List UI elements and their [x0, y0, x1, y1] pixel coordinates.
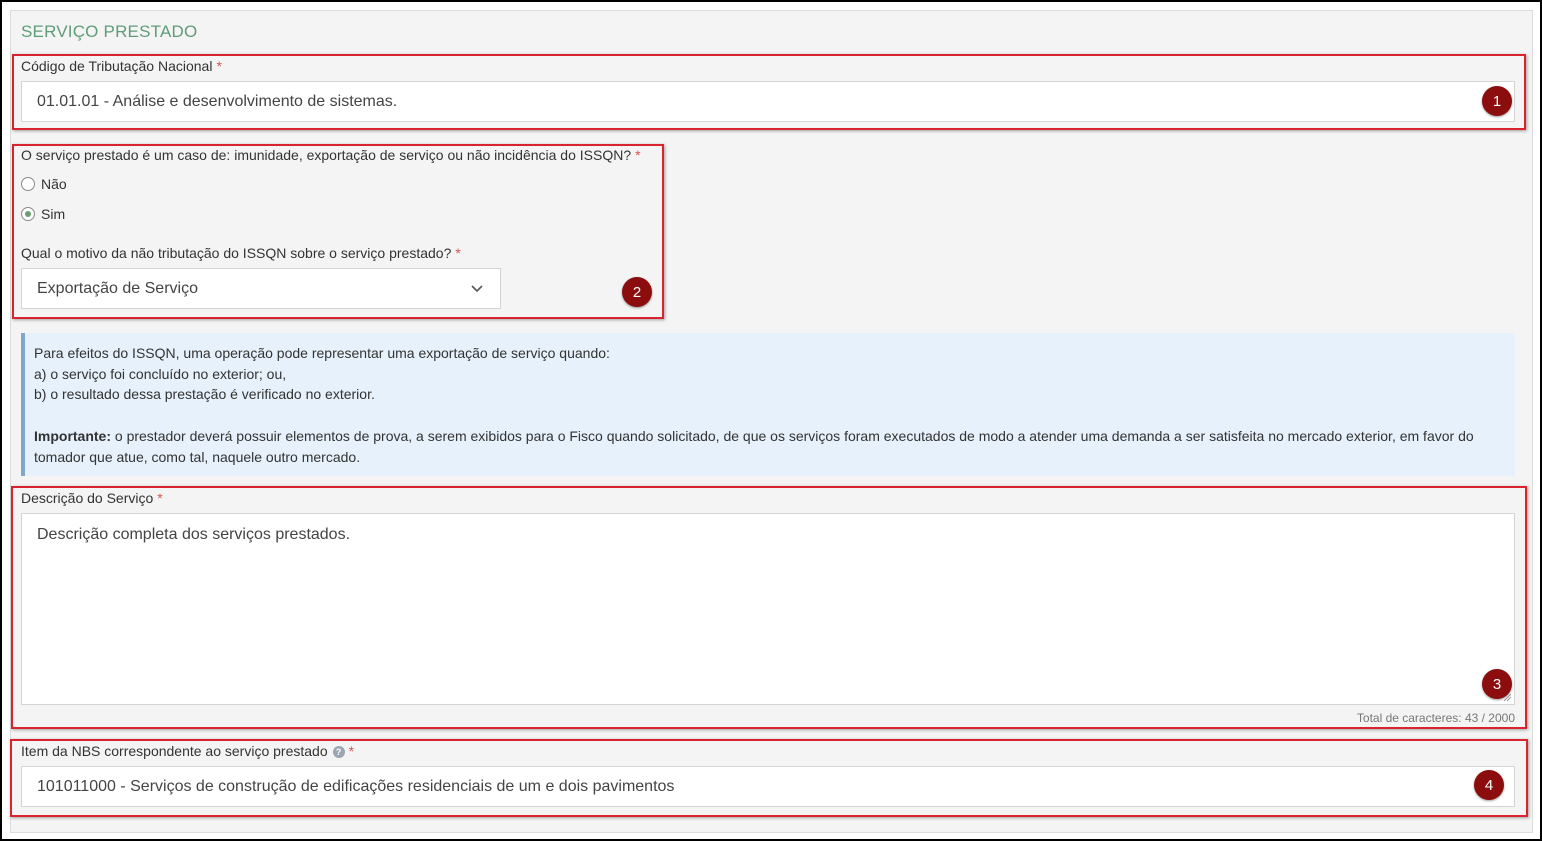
highlight-box-4	[10, 739, 1528, 817]
callout-badge-3: 3	[1482, 669, 1512, 699]
info-important-label: Importante:	[34, 427, 111, 444]
callout-badge-2: 2	[622, 277, 652, 307]
info-important-paragraph: Importante: o prestador deverá possuir e…	[34, 426, 1505, 467]
info-important-text: o prestador deverá possuir elementos de …	[34, 427, 1474, 465]
info-line: b) o resultado dessa prestação é verific…	[34, 386, 375, 403]
callout-badge-4: 4	[1474, 770, 1504, 800]
section-title: SERVIÇO PRESTADO	[21, 22, 198, 41]
highlight-box-1	[12, 54, 1526, 130]
callout-badge-1: 1	[1482, 86, 1512, 116]
info-line: Para efeitos do ISSQN, uma operação pode…	[34, 345, 610, 361]
highlight-box-2	[12, 144, 664, 319]
highlight-box-3	[11, 486, 1527, 729]
exportacao-info-box: Para efeitos do ISSQN, uma operação pode…	[21, 333, 1515, 476]
info-line: a) o serviço foi concluído no exterior; …	[34, 365, 287, 382]
